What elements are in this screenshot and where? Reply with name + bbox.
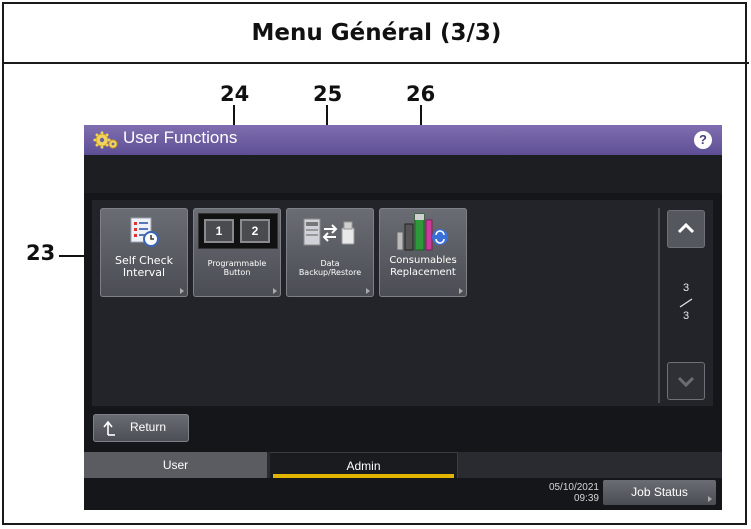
status-datetime: 05/10/2021 09:39 [524,482,599,504]
callout-26: 26 [406,82,436,106]
programmable-button-line2: Button [223,268,251,277]
return-arrow-icon [103,420,115,436]
self-check-interval-button[interactable]: Self Check Interval [100,208,188,297]
function-panel: Self Check Interval 1 2 Programmable But… [92,200,713,406]
toner-cartridge-icon [396,213,448,251]
scroll-up-button[interactable] [667,210,705,248]
digit-keys-icon: 1 2 [198,213,278,249]
title-bar: User Functions ? [84,125,722,155]
checklist-clock-icon [130,217,159,247]
tab-admin[interactable]: Admin [270,452,458,478]
consumables-replacement-button[interactable]: Consumables Replacement [379,208,467,297]
page-current: 3 [682,282,690,294]
status-date: 05/10/2021 [548,482,599,493]
document-title: Menu Général (3/3) [4,4,749,64]
tab-user[interactable]: User [84,452,267,478]
digit-key-1: 1 [204,219,234,243]
digit-key-2: 2 [240,219,270,243]
consumables-replacement-line1: Consumables [389,255,457,266]
status-time: 09:39 [573,493,599,504]
data-backup-restore-line2: Backup/Restore [298,268,362,277]
more-arrow-icon [180,288,184,294]
self-check-interval-line2: Interval [122,266,166,279]
more-arrow-icon [273,288,277,294]
active-tab-indicator [273,474,454,478]
scroll-divider [658,208,660,403]
page-separator [679,298,693,308]
job-status-button[interactable]: Job Status [603,480,716,505]
consumables-replacement-line2: Replacement [390,267,456,278]
app-title: User Functions [123,128,238,147]
help-icon[interactable]: ? [694,131,712,149]
sub-header-bar [84,155,722,193]
return-button[interactable]: Return [93,414,189,442]
data-backup-restore-button[interactable]: Data Backup/Restore [286,208,374,297]
copier-usb-transfer-icon [303,218,355,246]
callout-24: 24 [220,82,250,106]
more-arrow-icon [708,496,712,502]
callout-23: 23 [26,241,56,265]
job-status-label: Job Status [631,485,688,499]
chevron-up-icon [677,222,695,234]
device-screen: User Functions ? Self Check Interval 1 2 [84,125,722,510]
return-label: Return [130,420,167,434]
chevron-down-icon [677,376,695,388]
more-arrow-icon [366,288,370,294]
scroll-down-button[interactable] [667,362,705,400]
callout-25: 25 [313,82,343,106]
gear-icon [93,131,118,149]
more-arrow-icon [459,288,463,294]
tab-admin-label: Admin [346,459,381,473]
page-total: 3 [682,310,690,322]
programmable-button-button[interactable]: 1 2 Programmable Button [193,208,281,297]
